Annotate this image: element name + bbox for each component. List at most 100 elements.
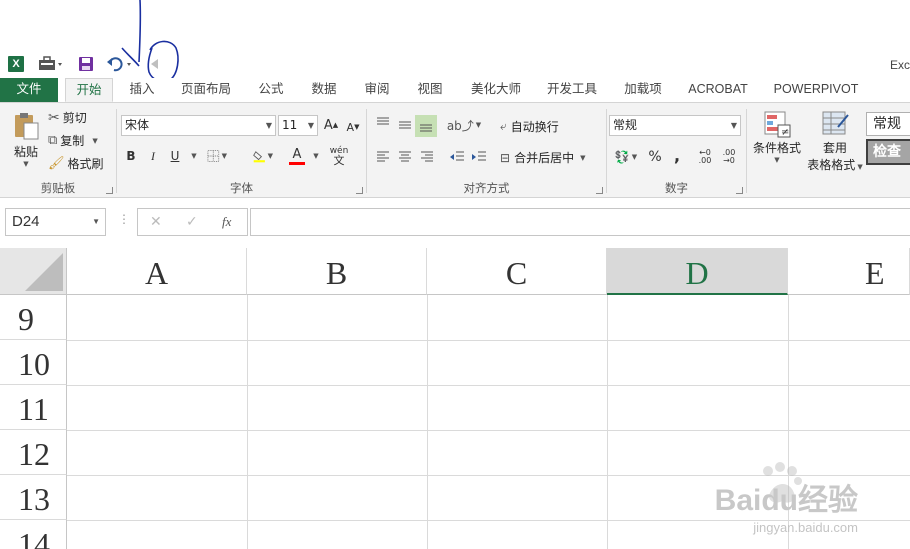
align-center-icon[interactable] [395, 147, 415, 167]
alignment-launcher-icon[interactable] [596, 187, 603, 194]
tab-formulas[interactable]: 公式 [251, 78, 291, 102]
percent-button[interactable]: % [645, 147, 665, 167]
paste-button[interactable]: 粘贴 ▼ [8, 111, 44, 168]
currency-icon[interactable]: 💱 ▼ [611, 147, 641, 167]
redo-icon[interactable] [148, 55, 162, 73]
conditional-format-label: 条件格式 [752, 141, 801, 155]
format-painter-button[interactable]: 🖌 格式刷 [48, 155, 104, 172]
row-header-13[interactable]: 13 [0, 475, 67, 520]
wrap-text-icon: ⤶ [500, 119, 507, 133]
font-size-select[interactable]: 11 ▼ [278, 115, 318, 136]
align-left-icon[interactable] [373, 147, 393, 167]
phonetic-button[interactable]: wén 文 [329, 146, 349, 167]
clipboard-launcher-icon[interactable] [106, 187, 113, 194]
shrink-font-button[interactable]: A ▼ [343, 117, 363, 137]
tab-home[interactable]: 开始 [65, 78, 113, 102]
font-group: 宋体 ▼ 11 ▼ A ▲ A ▼ B I U ▼ ▼ ▼ A ▼ wén 文 字体 [117, 103, 366, 198]
format-as-table-icon [822, 111, 849, 135]
excel-logo-icon: X [8, 55, 24, 73]
copy-button[interactable]: ⧉ 复制 ▼ [48, 132, 98, 149]
formula-bar: D24 ▼ ⋮ ✕ ✓ fx [0, 198, 910, 248]
window-title: Exc [889, 58, 910, 72]
row-header-12[interactable]: 12 [0, 430, 67, 475]
tab-developer[interactable]: 开发工具 [540, 78, 604, 102]
column-header-d[interactable]: D [607, 248, 788, 295]
fill-color-icon[interactable]: ▼ [253, 146, 273, 166]
tab-file[interactable]: 文件 [0, 78, 58, 102]
decrease-indent-icon[interactable] [447, 147, 467, 167]
number-launcher-icon[interactable] [736, 187, 743, 194]
number-format-select[interactable]: 常规 ▼ [609, 115, 741, 136]
copy-label: 复制 [60, 134, 85, 148]
toolbox-icon[interactable] [38, 55, 64, 73]
formula-input[interactable] [250, 208, 910, 236]
tab-beautify-master[interactable]: 美化大师 [464, 78, 528, 102]
font-color-icon[interactable]: A [287, 146, 307, 166]
grow-font-button[interactable]: A ▲ [321, 115, 341, 135]
merge-center-button[interactable]: ⊟ 合并后居中 ▼ [500, 149, 585, 166]
font-launcher-icon[interactable] [356, 187, 363, 194]
cut-label: 剪切 [62, 111, 87, 125]
column-header-e[interactable]: E [788, 248, 910, 295]
tab-view[interactable]: 视图 [410, 78, 450, 102]
row-header-11[interactable]: 11 [0, 385, 67, 430]
brush-icon: 🖌 [48, 156, 65, 171]
column-header-b[interactable]: B [247, 248, 427, 295]
insert-function-icon[interactable]: fx [222, 214, 231, 230]
number-group: 常规 ▼ 💱 ▼ % , ←0.00 .00 →0 数字 [607, 103, 746, 198]
align-right-icon[interactable] [417, 147, 437, 167]
italic-button[interactable]: I [143, 146, 163, 166]
font-name-select[interactable]: 宋体 ▼ [121, 115, 276, 136]
cut-button[interactable]: ✂ 剪切 [48, 109, 87, 126]
underline-dropdown[interactable]: ▼ [183, 146, 203, 166]
enter-icon[interactable]: ✓ [186, 214, 198, 230]
align-middle-icon[interactable] [395, 115, 415, 135]
row-header-10[interactable]: 10 [0, 340, 67, 385]
increase-decimal-button[interactable]: ←0.00 [695, 147, 715, 167]
alignment-group-label: 对齐方式 [463, 181, 510, 195]
comma-button[interactable]: , [667, 145, 687, 165]
paste-icon [15, 113, 39, 140]
merge-center-label: 合并后居中 [514, 151, 575, 165]
format-as-table-label-1: 套用 [822, 141, 847, 155]
copy-icon: ⧉ [48, 133, 58, 148]
select-all-corner[interactable] [0, 248, 67, 295]
quick-access-toolbar: X Exc [0, 50, 910, 78]
increase-indent-icon[interactable] [469, 147, 489, 167]
tab-powerpivot[interactable]: POWERPIVOT [768, 78, 864, 102]
number-group-label: 数字 [665, 181, 688, 195]
underline-button[interactable]: U [165, 146, 185, 166]
tab-page-layout[interactable]: 页面布局 [174, 78, 238, 102]
tab-insert[interactable]: 插入 [122, 78, 162, 102]
undo-icon[interactable] [106, 55, 134, 73]
scissors-icon: ✂ [48, 109, 60, 126]
format-as-table-button[interactable]: 套用 表格格式 ▼ [805, 109, 865, 173]
borders-icon[interactable]: ▼ [207, 146, 227, 166]
tab-add-ins[interactable]: 加载项 [617, 78, 669, 102]
name-box[interactable]: D24 ▼ [5, 208, 106, 236]
clipboard-group: 粘贴 ▼ ✂ 剪切 ⧉ 复制 ▼ 🖌 格式刷 剪贴板 [0, 103, 116, 198]
column-header-a[interactable]: A [67, 248, 247, 295]
tab-data[interactable]: 数据 [304, 78, 344, 102]
save-icon[interactable] [78, 55, 94, 73]
watermark-brand: Baidu经验 [714, 484, 858, 517]
cell-style-normal[interactable]: 常规 [866, 112, 910, 136]
column-header-c[interactable]: C [427, 248, 607, 295]
tab-acrobat[interactable]: ACROBAT [682, 78, 754, 102]
orientation-icon[interactable]: ab⤴ ▼ [447, 115, 481, 135]
font-color-dropdown[interactable]: ▼ [305, 146, 325, 166]
row-header-9[interactable]: 9 [0, 295, 67, 340]
wrap-text-button[interactable]: ⤶ 自动换行 [500, 118, 559, 135]
bold-button[interactable]: B [121, 146, 141, 166]
svg-text:≠: ≠ [781, 127, 789, 138]
cell-style-check[interactable]: 检查 [866, 139, 910, 165]
merge-icon: ⊟ [500, 150, 511, 165]
conditional-format-button[interactable]: ≠ 条件格式 ▼ [751, 109, 803, 164]
font-group-label: 字体 [230, 181, 253, 195]
cancel-icon[interactable]: ✕ [150, 214, 162, 230]
tab-review[interactable]: 审阅 [357, 78, 397, 102]
align-bottom-icon[interactable] [415, 115, 437, 137]
align-top-icon[interactable] [373, 113, 393, 133]
row-header-14[interactable]: 14 [0, 520, 67, 549]
decrease-decimal-button[interactable]: .00 →0 [719, 147, 739, 167]
